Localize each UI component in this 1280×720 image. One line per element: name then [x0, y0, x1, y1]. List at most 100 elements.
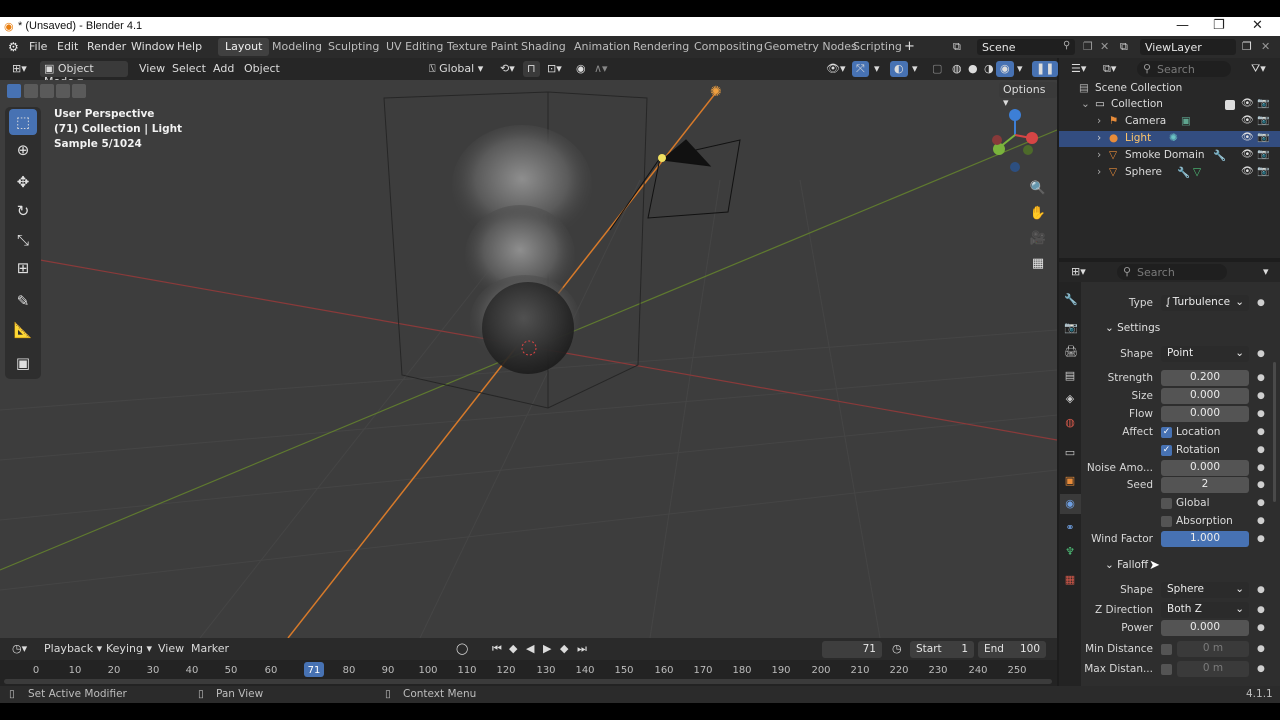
keyframe-dot[interactable]: ●	[1257, 605, 1265, 615]
timeline-editor-icon[interactable]: ◷▾	[8, 641, 31, 657]
visibility-icon[interactable]: 👁▾	[822, 61, 850, 77]
outliner-item-smoke-domain[interactable]: › ▽ Smoke Domain 🔧 👁 📷	[1059, 148, 1280, 164]
falloff-section-header[interactable]: ⌄ Falloff	[1105, 559, 1148, 571]
constraints-tab-icon[interactable]: ⚭	[1064, 522, 1076, 534]
keyframe-dot[interactable]: ●	[1257, 498, 1265, 508]
max-distance-field[interactable]: 0 m	[1177, 661, 1249, 677]
transform-orientation-dropdown[interactable]: ⍂ Global ▾	[425, 61, 487, 77]
strength-field[interactable]: 0.200	[1161, 370, 1249, 386]
overlay-toggle-icon[interactable]: ◐	[890, 61, 908, 77]
noise-amount-field[interactable]: 0.000	[1161, 460, 1249, 476]
flow-field[interactable]: 0.000	[1161, 406, 1249, 422]
zoom-icon[interactable]: 🔍	[1027, 177, 1049, 199]
select-box-tool-icon[interactable]: ⬚	[9, 109, 37, 135]
render-camera-icon[interactable]: 📷	[1257, 149, 1269, 160]
menu-keying[interactable]: Keying ▾	[102, 641, 156, 657]
tool-tab-icon[interactable]: 🔧	[1064, 294, 1078, 306]
jump-keyframe-forward-icon[interactable]: ◆	[556, 641, 572, 657]
select-intersect-icon[interactable]	[72, 84, 86, 98]
chevron-right-icon[interactable]: ›	[1097, 115, 1101, 127]
falloff-curve-icon[interactable]: ∧▾	[590, 61, 612, 77]
move-tool-icon[interactable]: ✥	[9, 169, 37, 195]
texture-tab-icon[interactable]: ▦	[1064, 574, 1076, 586]
tab-sculpting[interactable]: Sculpting	[321, 38, 386, 56]
outliner-editor-icon[interactable]: ☰▾	[1067, 61, 1090, 77]
auto-keying-icon[interactable]: ◯	[452, 641, 472, 657]
3d-viewport[interactable]: ✺ User Perspective (71) Collection | Lig…	[0, 80, 1057, 638]
type-dropdown[interactable]: ᶘ Turbulence ⌄	[1161, 295, 1249, 311]
keyframe-dot[interactable]: ●	[1257, 480, 1265, 490]
cursor-tool-icon[interactable]: ⊕	[9, 137, 37, 163]
view-layer-tab-icon[interactable]: ▤	[1064, 370, 1076, 382]
use-preview-range-icon[interactable]: ◷	[888, 641, 906, 657]
min-distance-checkbox[interactable]	[1161, 644, 1172, 655]
eye-icon[interactable]: 👁	[1241, 115, 1254, 126]
start-frame-field[interactable]: Start 1	[910, 641, 974, 658]
snap-icon[interactable]: ⊓	[523, 61, 540, 77]
scene-selector-icon[interactable]: ⧉	[953, 40, 961, 54]
menu-help[interactable]: Help	[177, 40, 202, 53]
properties-editor-icon[interactable]: ⊞▾	[1067, 264, 1090, 280]
eye-icon[interactable]: 👁	[1241, 98, 1254, 109]
menu-view[interactable]: View	[135, 61, 169, 77]
chevron-right-icon[interactable]: ›	[1097, 149, 1101, 161]
minimize-button[interactable]: —	[1176, 18, 1189, 33]
maximize-button[interactable]: ❐	[1213, 18, 1225, 33]
pin-icon[interactable]: ⚲	[1063, 40, 1070, 51]
outliner-item-camera[interactable]: › ⚑ Camera ▣ 👁 📷	[1059, 114, 1280, 130]
menu-edit[interactable]: Edit	[57, 40, 78, 53]
keyframe-dot[interactable]: ●	[1257, 427, 1265, 437]
scene-tab-icon[interactable]: ◈	[1064, 393, 1076, 405]
object-tab-icon[interactable]: ▣	[1064, 475, 1076, 487]
eye-icon[interactable]: 👁	[1241, 149, 1254, 160]
eye-icon[interactable]: 👁	[1241, 166, 1254, 177]
new-viewlayer-icon[interactable]: ❐	[1242, 40, 1252, 53]
z-direction-dropdown[interactable]: Both Z ⌄	[1161, 602, 1249, 618]
camera-view-icon[interactable]: 🎥	[1027, 227, 1049, 249]
pause-render-icon[interactable]: ❚❚	[1032, 61, 1059, 77]
end-frame-field[interactable]: End 100	[978, 641, 1046, 658]
exclude-checkbox[interactable]	[1225, 100, 1235, 110]
menu-select[interactable]: Select	[168, 61, 210, 77]
affect-rotation-checkbox[interactable]: ✓	[1161, 445, 1172, 456]
menu-render[interactable]: Render	[87, 40, 126, 53]
menu-timeline-view[interactable]: View	[154, 641, 188, 657]
rendered-shading-icon[interactable]: ◉	[996, 61, 1014, 77]
material-shading-icon[interactable]: ◑	[980, 61, 998, 77]
size-field[interactable]: 0.000	[1161, 388, 1249, 404]
keyframe-dot[interactable]: ●	[1257, 445, 1265, 455]
play-icon[interactable]: ▶	[539, 641, 555, 657]
tab-modeling[interactable]: Modeling	[265, 38, 329, 56]
keyframe-dot[interactable]: ●	[1257, 644, 1265, 654]
falloff-shape-dropdown[interactable]: Sphere ⌄	[1161, 582, 1249, 598]
menu-add[interactable]: Add	[209, 61, 238, 77]
render-camera-icon[interactable]: 📷	[1257, 98, 1269, 109]
shape-dropdown[interactable]: Point ⌄	[1161, 346, 1249, 362]
solid-shading-icon[interactable]: ●	[964, 61, 982, 77]
data-tab-icon[interactable]: ♆	[1064, 546, 1076, 558]
select-new-icon[interactable]	[7, 84, 21, 98]
output-tab-icon[interactable]: 🖨	[1064, 346, 1078, 358]
display-mode-icon[interactable]: ⧉▾	[1099, 61, 1120, 77]
shading-dropdown-icon[interactable]: ▾	[1013, 61, 1027, 77]
properties-options-icon[interactable]: ▾	[1259, 264, 1273, 280]
pivot-point-icon[interactable]: ⟲▾	[496, 61, 519, 77]
chevron-down-icon[interactable]: ⌄	[1081, 98, 1090, 110]
properties-search-input[interactable]: ⚲ Search	[1117, 264, 1227, 280]
outliner-item-light[interactable]: › ● Light ✺ 👁 📷	[1059, 131, 1280, 147]
tab-shading[interactable]: Shading	[514, 38, 573, 56]
jump-end-icon[interactable]: ⏭	[573, 641, 591, 657]
overlay-dropdown-icon[interactable]: ▾	[908, 61, 922, 77]
editor-type-icon[interactable]: ⊞▾	[8, 61, 31, 77]
current-frame-field[interactable]: 71	[822, 641, 882, 658]
pan-hand-icon[interactable]: ✋	[1027, 202, 1049, 224]
keyframe-dot[interactable]: ●	[1257, 664, 1265, 674]
wind-factor-field[interactable]: 1.000	[1161, 531, 1249, 547]
timeline-scrollbar[interactable]	[4, 679, 1052, 684]
max-distance-checkbox[interactable]	[1161, 664, 1172, 675]
chevron-right-icon[interactable]: ›	[1097, 132, 1101, 144]
select-subtract-icon[interactable]	[40, 84, 54, 98]
jump-keyframe-back-icon[interactable]: ◆	[505, 641, 521, 657]
absorption-checkbox[interactable]	[1161, 516, 1172, 527]
mode-dropdown[interactable]: ▣ Object Mode ▾	[40, 61, 128, 88]
